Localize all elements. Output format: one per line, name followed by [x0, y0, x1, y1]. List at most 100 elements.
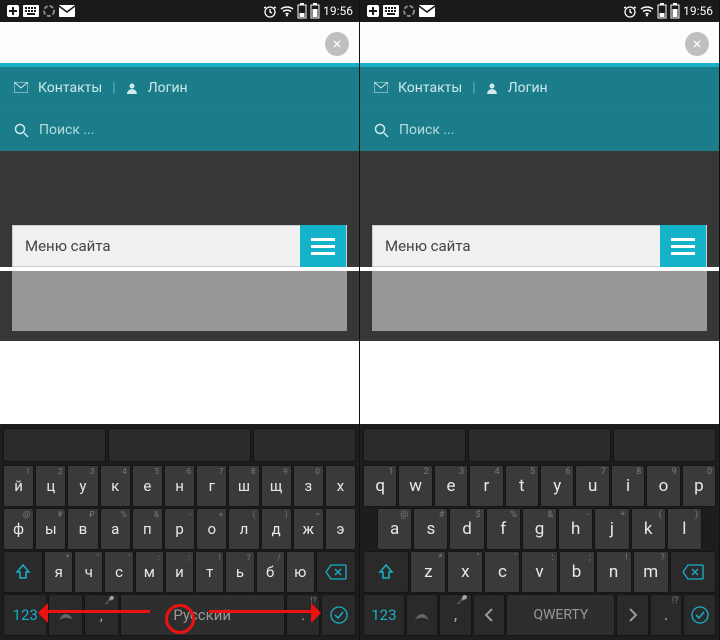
- suggestion-slot[interactable]: [363, 428, 466, 462]
- key-т[interactable]: т!: [195, 551, 224, 593]
- swift-key[interactable]: [406, 594, 439, 636]
- prev-lang-key[interactable]: [473, 594, 506, 636]
- key-l[interactable]: l): [667, 508, 702, 550]
- key-ч[interactable]: ч": [74, 551, 103, 593]
- content-below: [360, 271, 719, 341]
- key-h[interactable]: h-: [558, 508, 593, 550]
- login-link[interactable]: Логин: [148, 80, 188, 96]
- key-a[interactable]: a@: [377, 508, 412, 550]
- site-menu-bar[interactable]: Меню сайта: [372, 225, 707, 267]
- shift-key[interactable]: [3, 551, 43, 593]
- key-ы[interactable]: ы#: [35, 508, 66, 550]
- key-а[interactable]: а%: [100, 508, 131, 550]
- suggestion-slot[interactable]: [253, 428, 356, 462]
- key-c[interactable]: c': [484, 551, 520, 593]
- key-р[interactable]: р-: [164, 508, 195, 550]
- suggestion-slot[interactable]: [613, 428, 716, 462]
- key-t[interactable]: t5: [505, 465, 539, 507]
- hamburger-button[interactable]: [300, 225, 346, 267]
- key-д[interactable]: д): [261, 508, 292, 550]
- key-r[interactable]: r4: [469, 465, 503, 507]
- key-г[interactable]: г7: [196, 465, 227, 507]
- key-u[interactable]: u7: [575, 465, 609, 507]
- hamburger-button[interactable]: [660, 225, 706, 267]
- key-и[interactable]: и;: [165, 551, 194, 593]
- key-g[interactable]: g&: [522, 508, 557, 550]
- key-п[interactable]: п&: [132, 508, 163, 550]
- loading-icon: [402, 4, 416, 18]
- key-е[interactable]: е5: [132, 465, 163, 507]
- key-й[interactable]: й1: [3, 465, 34, 507]
- key-s[interactable]: s#: [413, 508, 448, 550]
- numeric-key[interactable]: 123: [3, 594, 47, 636]
- key-z[interactable]: z*: [410, 551, 446, 593]
- period-key[interactable]: .!?: [650, 594, 683, 636]
- key-p[interactable]: p0: [682, 465, 716, 507]
- key-о[interactable]: о+: [196, 508, 227, 550]
- key-i[interactable]: i8: [611, 465, 645, 507]
- key-o[interactable]: o9: [646, 465, 680, 507]
- comma-key[interactable]: ,🎤: [84, 594, 119, 636]
- key-n[interactable]: n!: [596, 551, 632, 593]
- kb-row1: q1w2e3r4t5y6u7i8o9p0: [363, 465, 716, 507]
- status-time: 19:56: [683, 4, 713, 18]
- key-ю[interactable]: ю: [286, 551, 315, 593]
- contacts-link[interactable]: Контакты: [38, 80, 102, 96]
- key-м[interactable]: м:: [135, 551, 164, 593]
- kb-row2: ф@ы#в₽а%п&р-о+л(д)ж=э: [3, 508, 356, 550]
- key-k[interactable]: k(: [631, 508, 666, 550]
- suggestion-slot[interactable]: [3, 428, 106, 462]
- next-lang-key[interactable]: [616, 594, 649, 636]
- shift-key[interactable]: [363, 551, 409, 593]
- search-placeholder: Поиск ...: [39, 122, 95, 138]
- backspace-key[interactable]: [670, 551, 716, 593]
- close-tab-button[interactable]: ×: [685, 32, 709, 56]
- key-ь[interactable]: ь?: [225, 551, 254, 593]
- key-з[interactable]: з0: [293, 465, 324, 507]
- key-л[interactable]: л(: [228, 508, 259, 550]
- spacebar[interactable]: QWERTY: [506, 594, 615, 636]
- key-b[interactable]: b;: [559, 551, 595, 593]
- key-x[interactable]: x": [447, 551, 483, 593]
- spacebar[interactable]: Русский: [120, 594, 285, 636]
- key-с[interactable]: с': [104, 551, 133, 593]
- key-v[interactable]: v:: [521, 551, 557, 593]
- key-б[interactable]: б/: [256, 551, 285, 593]
- key-y[interactable]: y6: [540, 465, 574, 507]
- key-я[interactable]: я*: [44, 551, 73, 593]
- enter-key[interactable]: [683, 594, 716, 636]
- login-link[interactable]: Логин: [508, 80, 548, 96]
- key-х[interactable]: х: [325, 465, 356, 507]
- key-э[interactable]: э: [325, 508, 356, 550]
- contacts-link[interactable]: Контакты: [398, 80, 462, 96]
- backspace-key[interactable]: [316, 551, 356, 593]
- search-row[interactable]: Поиск ...: [360, 109, 719, 151]
- key-у[interactable]: у3: [67, 465, 98, 507]
- key-w[interactable]: w2: [398, 465, 432, 507]
- numeric-key[interactable]: 123: [363, 594, 405, 636]
- comma-key[interactable]: ,🎤: [439, 594, 472, 636]
- key-щ[interactable]: щ9: [261, 465, 292, 507]
- key-e[interactable]: e3: [434, 465, 468, 507]
- key-н[interactable]: н6: [164, 465, 195, 507]
- key-f[interactable]: f%: [486, 508, 521, 550]
- key-ш[interactable]: ш8: [228, 465, 259, 507]
- suggestion-slot[interactable]: [468, 428, 611, 462]
- swift-key[interactable]: [48, 594, 83, 636]
- key-ф[interactable]: ф@: [3, 508, 34, 550]
- key-q[interactable]: q1: [363, 465, 397, 507]
- key-в[interactable]: в₽: [67, 508, 98, 550]
- enter-key[interactable]: [321, 594, 356, 636]
- key-d[interactable]: d$: [449, 508, 484, 550]
- key-ц[interactable]: ц2: [35, 465, 66, 507]
- key-ж[interactable]: ж=: [293, 508, 324, 550]
- search-row[interactable]: Поиск ...: [0, 109, 359, 151]
- period-key[interactable]: .!?: [286, 594, 321, 636]
- kb-row2: a@s#d$f%g&h-j+k(l): [363, 508, 716, 550]
- close-tab-button[interactable]: ×: [325, 32, 349, 56]
- key-к[interactable]: к4: [100, 465, 131, 507]
- key-j[interactable]: j+: [594, 508, 629, 550]
- key-m[interactable]: m?: [633, 551, 669, 593]
- site-menu-bar[interactable]: Меню сайта: [12, 225, 347, 267]
- suggestion-slot[interactable]: [108, 428, 251, 462]
